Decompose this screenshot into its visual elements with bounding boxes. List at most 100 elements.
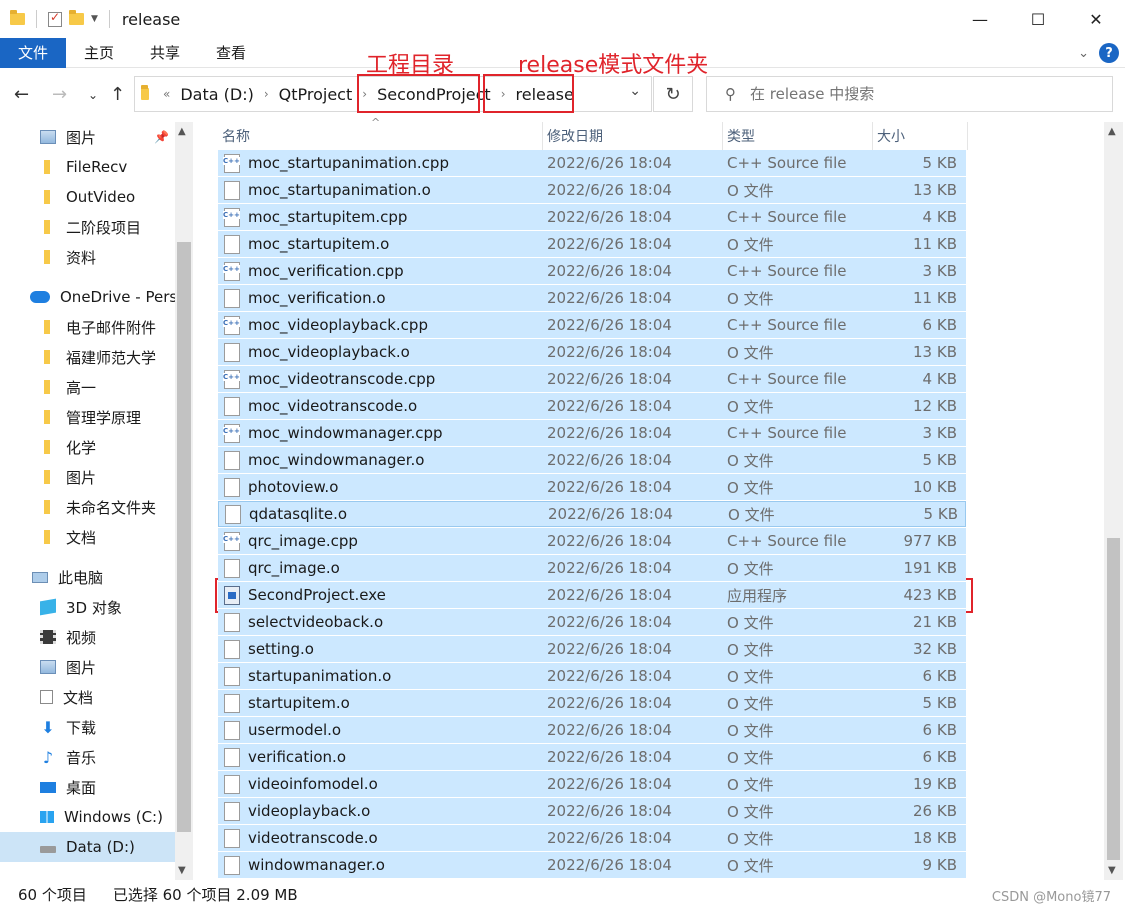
file-row[interactable]: moc_windowmanager.cpp 2022/6/26 18:04 C++ … xyxy=(218,420,966,446)
file-row[interactable]: moc_startupitem.o 2022/6/26 18:04 O 文件 11 K… xyxy=(218,231,966,257)
sidebar-item-onedrive[interactable]: OneDrive - Perso xyxy=(0,282,175,312)
file-row[interactable]: qrc_image.cpp 2022/6/26 18:04 C++ Source f… xyxy=(218,528,966,554)
file-list-scrollbar-thumb[interactable] xyxy=(1107,538,1120,860)
file-row[interactable]: moc_verification.cpp 2022/6/26 18:04 C++ S… xyxy=(218,258,966,284)
sidebar-item-filerecv[interactable]: FileRecv xyxy=(0,152,175,182)
file-row[interactable]: qdatasqlite.o 2022/6/26 18:04 O 文件 5 KB xyxy=(218,501,966,527)
forward-arrow-icon[interactable]: → xyxy=(52,84,67,105)
file-row[interactable]: usermodel.o 2022/6/26 18:04 O 文件 6 KB xyxy=(218,717,966,743)
pin-icon[interactable]: 📌 xyxy=(154,130,169,144)
file-row[interactable]: startupitem.o 2022/6/26 18:04 O 文件 5 KB xyxy=(218,690,966,716)
column-header-name[interactable]: 名称 xyxy=(218,122,543,150)
sidebar-item-email-attachments[interactable]: 电子邮件附件 xyxy=(0,312,175,342)
file-name-cell: moc_windowmanager.cpp xyxy=(218,423,543,443)
file-row[interactable]: verification.o 2022/6/26 18:04 O 文件 6 KB xyxy=(218,744,966,770)
breadcrumb-qtproject[interactable]: QtProject xyxy=(275,85,357,104)
file-row[interactable]: videotranscode.o 2022/6/26 18:04 O 文件 18 KB xyxy=(218,825,966,851)
help-icon[interactable]: ? xyxy=(1099,43,1119,63)
file-row[interactable]: moc_videoplayback.o 2022/6/26 18:04 O 文件 13… xyxy=(218,339,966,365)
new-folder-icon[interactable] xyxy=(69,10,84,25)
folder-icon xyxy=(10,10,25,25)
file-row[interactable]: selectvideoback.o 2022/6/26 18:04 O 文件 21 K… xyxy=(218,609,966,635)
sidebar-item-onedrive-documents[interactable]: 文档 xyxy=(0,522,175,552)
breadcrumb-overflow[interactable]: « xyxy=(157,87,176,101)
expand-ribbon-chevron-icon[interactable]: ⌄ xyxy=(1078,46,1089,61)
tab-home[interactable]: 主页 xyxy=(66,38,132,68)
sidebar-item-3d-objects[interactable]: 3D 对象 xyxy=(0,592,175,622)
sidebar-item-chemistry[interactable]: 化学 xyxy=(0,432,175,462)
file-name-cell: selectvideoback.o xyxy=(218,612,543,632)
file-name-cell: moc_videotranscode.cpp xyxy=(218,369,543,389)
scroll-down-arrow-icon[interactable]: ▼ xyxy=(178,865,186,876)
tab-file[interactable]: 文件 xyxy=(0,37,67,68)
search-input[interactable] xyxy=(750,85,1050,103)
cpp-file-icon xyxy=(223,531,240,551)
cpp-file-icon xyxy=(223,207,240,227)
file-row[interactable]: moc_startupanimation.cpp 2022/6/26 18:04 C… xyxy=(218,150,966,176)
file-row[interactable]: startupanimation.o 2022/6/26 18:04 O 文件 6 K… xyxy=(218,663,966,689)
file-type: O 文件 xyxy=(727,829,774,848)
chevron-right-icon[interactable]: › xyxy=(258,87,275,101)
file-type: C++ Source file xyxy=(727,208,847,226)
sidebar-scrollbar[interactable]: ▲ ▼ xyxy=(175,122,193,880)
up-arrow-icon[interactable]: ↑ xyxy=(110,84,125,105)
file-date: 2022/6/26 18:04 xyxy=(547,343,672,361)
sidebar-item-videos[interactable]: 视频 xyxy=(0,622,175,652)
sidebar-item-pc-pictures[interactable]: 图片 xyxy=(0,652,175,682)
search-box[interactable]: ⚲ xyxy=(706,76,1113,112)
sidebar-item-fjnu[interactable]: 福建师范大学 xyxy=(0,342,175,372)
file-row[interactable]: windowmanager.o 2022/6/26 18:04 O 文件 9 KB xyxy=(218,852,966,878)
file-row[interactable]: qrc_image.o 2022/6/26 18:04 O 文件 191 KB xyxy=(218,555,966,581)
file-row[interactable]: moc_videoplayback.cpp 2022/6/26 18:04 C++ … xyxy=(218,312,966,338)
sidebar-item-management[interactable]: 管理学原理 xyxy=(0,402,175,432)
sidebar-item-pc-documents[interactable]: 文档 xyxy=(0,682,175,712)
sidebar-item-downloads[interactable]: ⬇ 下载 xyxy=(0,712,175,742)
refresh-button[interactable]: ↻ xyxy=(653,76,693,112)
sidebar-item-data-d[interactable]: Data (D:) xyxy=(0,832,175,862)
sidebar-item-materials[interactable]: 资料 xyxy=(0,242,175,272)
sidebar-item-outvideo[interactable]: OutVideo xyxy=(0,182,175,212)
tab-share[interactable]: 共享 xyxy=(132,38,198,68)
sidebar-item-desktop[interactable]: 桌面 xyxy=(0,772,175,802)
minimize-button[interactable]: — xyxy=(951,0,1009,38)
annotation-project-dir-box xyxy=(357,74,480,113)
sidebar-item-this-pc[interactable]: 此电脑 xyxy=(0,562,175,592)
customize-toolbar-dropdown-icon[interactable]: ▼ xyxy=(91,14,98,24)
column-header-type[interactable]: 类型 xyxy=(723,122,873,150)
scroll-down-arrow-icon[interactable]: ▼ xyxy=(1108,865,1116,876)
file-row[interactable]: moc_videotranscode.cpp 2022/6/26 18:04 C++… xyxy=(218,366,966,392)
sidebar-item-music[interactable]: ♪ 音乐 xyxy=(0,742,175,772)
scroll-up-arrow-icon[interactable]: ▲ xyxy=(178,126,186,137)
scroll-up-arrow-icon[interactable]: ▲ xyxy=(1108,126,1116,137)
back-arrow-icon[interactable]: ← xyxy=(14,84,29,105)
file-row[interactable]: moc_startupitem.cpp 2022/6/26 18:04 C++ So… xyxy=(218,204,966,230)
sidebar-item-pictures[interactable]: 图片 📌 xyxy=(0,122,175,152)
breadcrumb-data-drive[interactable]: Data (D:) xyxy=(176,85,257,104)
file-name: moc_verification.cpp xyxy=(248,262,404,280)
file-row[interactable]: videoinfomodel.o 2022/6/26 18:04 O 文件 19 KB xyxy=(218,771,966,797)
column-header-date[interactable]: 修改日期 xyxy=(543,122,723,150)
file-row[interactable]: SecondProject.exe 2022/6/26 18:04 应用程序 423 … xyxy=(218,582,966,608)
file-row[interactable]: moc_windowmanager.o 2022/6/26 18:04 O 文件 5 … xyxy=(218,447,966,473)
properties-icon[interactable] xyxy=(48,10,62,27)
column-header-size[interactable]: 大小 xyxy=(873,122,968,150)
sidebar-item-onedrive-pictures[interactable]: 图片 xyxy=(0,462,175,492)
file-list-scrollbar[interactable]: ▲ ▼ xyxy=(1104,122,1123,880)
file-row[interactable]: photoview.o 2022/6/26 18:04 O 文件 10 KB xyxy=(218,474,966,500)
file-row[interactable]: moc_startupanimation.o 2022/6/26 18:04 O 文… xyxy=(218,177,966,203)
maximize-button[interactable]: ☐ xyxy=(1009,0,1067,38)
sidebar-item-second-stage-project[interactable]: 二阶段项目 xyxy=(0,212,175,242)
close-button[interactable]: ✕ xyxy=(1067,0,1125,38)
file-row[interactable]: setting.o 2022/6/26 18:04 O 文件 32 KB xyxy=(218,636,966,662)
sidebar-item-untitled-folder[interactable]: 未命名文件夹 xyxy=(0,492,175,522)
sidebar-item-windows-c[interactable]: Windows (C:) xyxy=(0,802,175,832)
sidebar-scrollbar-thumb[interactable] xyxy=(177,242,191,832)
tab-view[interactable]: 查看 xyxy=(198,38,264,68)
address-history-dropdown-icon[interactable]: ⌄ xyxy=(629,83,641,99)
file-row[interactable]: videoplayback.o 2022/6/26 18:04 O 文件 26 KB xyxy=(218,798,966,824)
file-row[interactable]: moc_verification.o 2022/6/26 18:04 O 文件 11 … xyxy=(218,285,966,311)
recent-locations-chevron-icon[interactable]: ⌄ xyxy=(88,88,98,102)
file-size: 10 KB xyxy=(913,478,957,496)
file-row[interactable]: moc_videotranscode.o 2022/6/26 18:04 O 文件 1… xyxy=(218,393,966,419)
sidebar-item-grade-one[interactable]: 高一 xyxy=(0,372,175,402)
